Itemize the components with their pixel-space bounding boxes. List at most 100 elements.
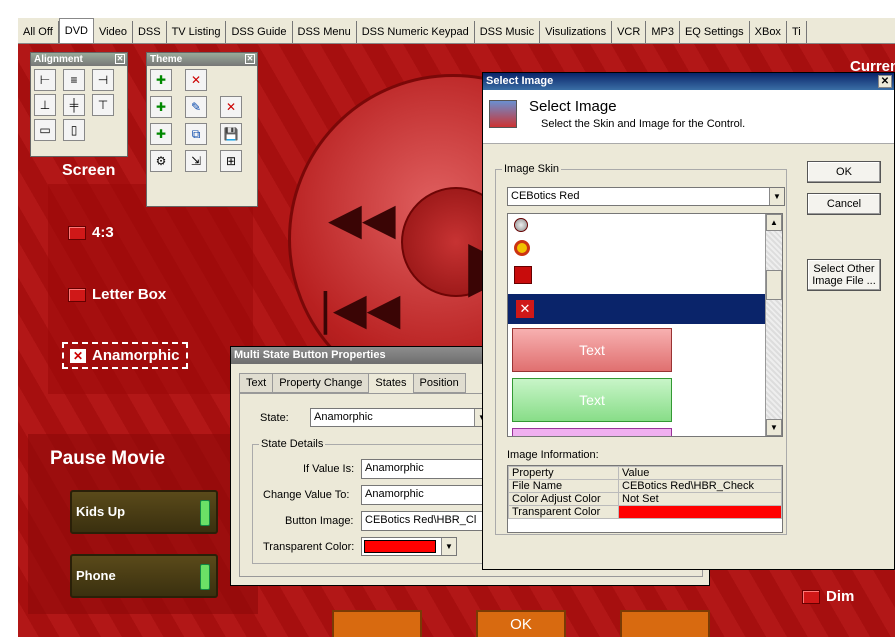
led-indicator [200, 500, 210, 526]
msb-tab-position[interactable]: Position [412, 373, 466, 393]
theme-toolwindow[interactable]: Theme ✕ ✚ ✕ ✚ ✎ ✕ ✚ ⧉ 💾 ⚙ ⇲ ⊞ [146, 52, 258, 207]
tab-dss-music[interactable]: DSS Music [475, 21, 541, 43]
properties-icon[interactable]: ⚙ [150, 150, 172, 172]
column-header-value[interactable]: Value [618, 466, 782, 480]
skip-back-icon[interactable]: |◀◀ [318, 284, 401, 335]
chevron-down-icon[interactable]: ▼ [441, 538, 456, 555]
ok-button[interactable]: OK [807, 161, 881, 183]
align-center-icon[interactable]: ≡ [63, 69, 85, 91]
remove-item-icon[interactable]: ✕ [220, 96, 242, 118]
pause-movie-label[interactable]: Pause Movie [50, 448, 165, 470]
tab-mp3[interactable]: MP3 [646, 21, 680, 43]
close-icon[interactable]: ✕ [115, 54, 125, 64]
tab-vcr[interactable]: VCR [612, 21, 647, 43]
close-icon[interactable]: ✕ [878, 75, 892, 88]
image-picker-icon [489, 100, 517, 128]
scroll-thumb[interactable] [766, 270, 782, 300]
image-item-gold-radio[interactable] [514, 240, 530, 256]
align-top-icon[interactable]: ⊤ [92, 94, 114, 116]
delete-theme-icon[interactable]: ✕ [185, 69, 207, 91]
tab-eq-settings[interactable]: EQ Settings [680, 21, 750, 43]
header-title: Select Image [529, 98, 617, 115]
image-info-table: Property Value File Name CEBotics Red\HBR_… [507, 465, 783, 533]
align-right-icon[interactable]: ⊣ [92, 69, 114, 91]
phone-button[interactable]: Phone [70, 554, 218, 598]
image-item-red-text[interactable]: Text [512, 328, 672, 372]
chevron-down-icon[interactable]: ▼ [769, 188, 784, 205]
align-middle-icon[interactable]: ╪ [63, 94, 85, 116]
tab-visulizations[interactable]: Visulizations [540, 21, 613, 43]
select-other-image-button[interactable]: Select Other Image File ... [807, 259, 881, 291]
state-label: State: [260, 412, 289, 424]
image-item-green-text[interactable]: Text [512, 378, 672, 422]
tab-dss[interactable]: DSS [133, 21, 167, 43]
align-bottom-icon[interactable]: ⊥ [34, 94, 56, 116]
phone-label: Phone [76, 568, 116, 583]
indicator-icon [802, 590, 820, 605]
tab-xbox[interactable]: XBox [750, 21, 787, 43]
image-item-red-square[interactable] [514, 266, 532, 284]
up-left-arrow-button[interactable] [332, 610, 422, 637]
select-image-dialog[interactable]: Select Image ✕ Select Image Select the Sk… [482, 72, 895, 570]
property-cell: File Name [508, 479, 619, 493]
aspect-4-3-button[interactable]: 4:3 [68, 224, 114, 241]
msb-tab-text[interactable]: Text [239, 373, 274, 393]
close-icon[interactable]: ✕ [245, 54, 255, 64]
msb-tab-states[interactable]: States [368, 373, 414, 393]
column-header-property[interactable]: Property [508, 466, 619, 480]
new-skin-icon[interactable]: ✚ [150, 123, 172, 145]
property-cell: Color Adjust Color [508, 492, 619, 506]
anamorphic-button[interactable]: ✕ Anamorphic [62, 342, 188, 369]
kids-up-label: Kids Up [76, 504, 126, 519]
letterbox-label: Letter Box [92, 286, 167, 303]
image-list[interactable]: ✕ Text Text ▲ ▼ [507, 213, 783, 437]
ok-nav-button[interactable]: OK [476, 610, 566, 637]
tab-dss-guide[interactable]: DSS Guide [226, 21, 293, 43]
cancel-button[interactable]: Cancel [807, 193, 881, 215]
scroll-up-icon[interactable]: ▲ [766, 214, 782, 231]
alignment-title[interactable]: Alignment ✕ [31, 53, 127, 66]
image-item-check-selected[interactable]: ✕ [508, 294, 766, 324]
copy-skin-icon[interactable]: ⧉ [185, 123, 207, 145]
scrollbar[interactable]: ▲ ▼ [765, 214, 782, 436]
alignment-toolwindow[interactable]: Alignment ✕ ⊢ ≡ ⊣ ⊥ ╪ ⊤ ▭ ▯ [30, 52, 128, 157]
button-image-label: Button Image: [285, 515, 354, 527]
tab-tv-listing[interactable]: TV Listing [167, 21, 227, 43]
add-theme-icon[interactable]: ✚ [150, 69, 172, 91]
header-subtitle: Select the Skin and Image for the Contro… [541, 118, 746, 130]
tab-dss-menu[interactable]: DSS Menu [293, 21, 357, 43]
tab-dvd[interactable]: DVD [58, 18, 94, 43]
kids-up-button[interactable]: Kids Up [70, 490, 218, 534]
msb-tab-property-change[interactable]: Property Change [272, 373, 370, 393]
scroll-down-icon[interactable]: ▼ [766, 419, 782, 436]
save-all-icon[interactable]: ⊞ [220, 150, 242, 172]
letterbox-button[interactable]: Letter Box [68, 286, 166, 303]
align-left-icon[interactable]: ⊢ [34, 69, 56, 91]
tab-dss-numeric-keypad[interactable]: DSS Numeric Keypad [357, 21, 475, 43]
dim-button[interactable]: Dim [802, 588, 854, 605]
table-row: Transparent Color [508, 505, 782, 519]
tab-ti[interactable]: Ti [787, 21, 807, 43]
anamorphic-label: Anamorphic [92, 347, 180, 364]
same-size-icon[interactable]: ▭ [34, 119, 56, 141]
add-item-icon[interactable]: ✚ [150, 96, 172, 118]
image-item-pink-text[interactable] [512, 428, 672, 436]
rewind-icon[interactable]: ◀◀ [328, 194, 396, 245]
save-skin-icon[interactable]: 💾 [220, 123, 242, 145]
skin-select[interactable]: CEBotics Red ▼ [507, 187, 785, 206]
up-right-arrow-button[interactable] [620, 610, 710, 637]
edit-item-icon[interactable]: ✎ [185, 96, 207, 118]
led-indicator [200, 564, 210, 590]
state-select[interactable]: Anamorphic▼ [310, 408, 490, 427]
value-cell: Not Set [618, 492, 782, 506]
theme-title[interactable]: Theme ✕ [147, 53, 257, 66]
import-icon[interactable]: ⇲ [185, 150, 207, 172]
tab-video[interactable]: Video [94, 21, 133, 43]
select-image-title-bar[interactable]: Select Image ✕ [483, 73, 894, 90]
dim-label: Dim [826, 588, 855, 605]
tab-all-off[interactable]: All Off [18, 21, 59, 43]
image-item-gray-radio[interactable] [514, 218, 528, 232]
check-x-icon: ✕ [70, 349, 86, 363]
transparent-color-select[interactable]: ▼ [361, 537, 457, 556]
same-width-icon[interactable]: ▯ [63, 119, 85, 141]
